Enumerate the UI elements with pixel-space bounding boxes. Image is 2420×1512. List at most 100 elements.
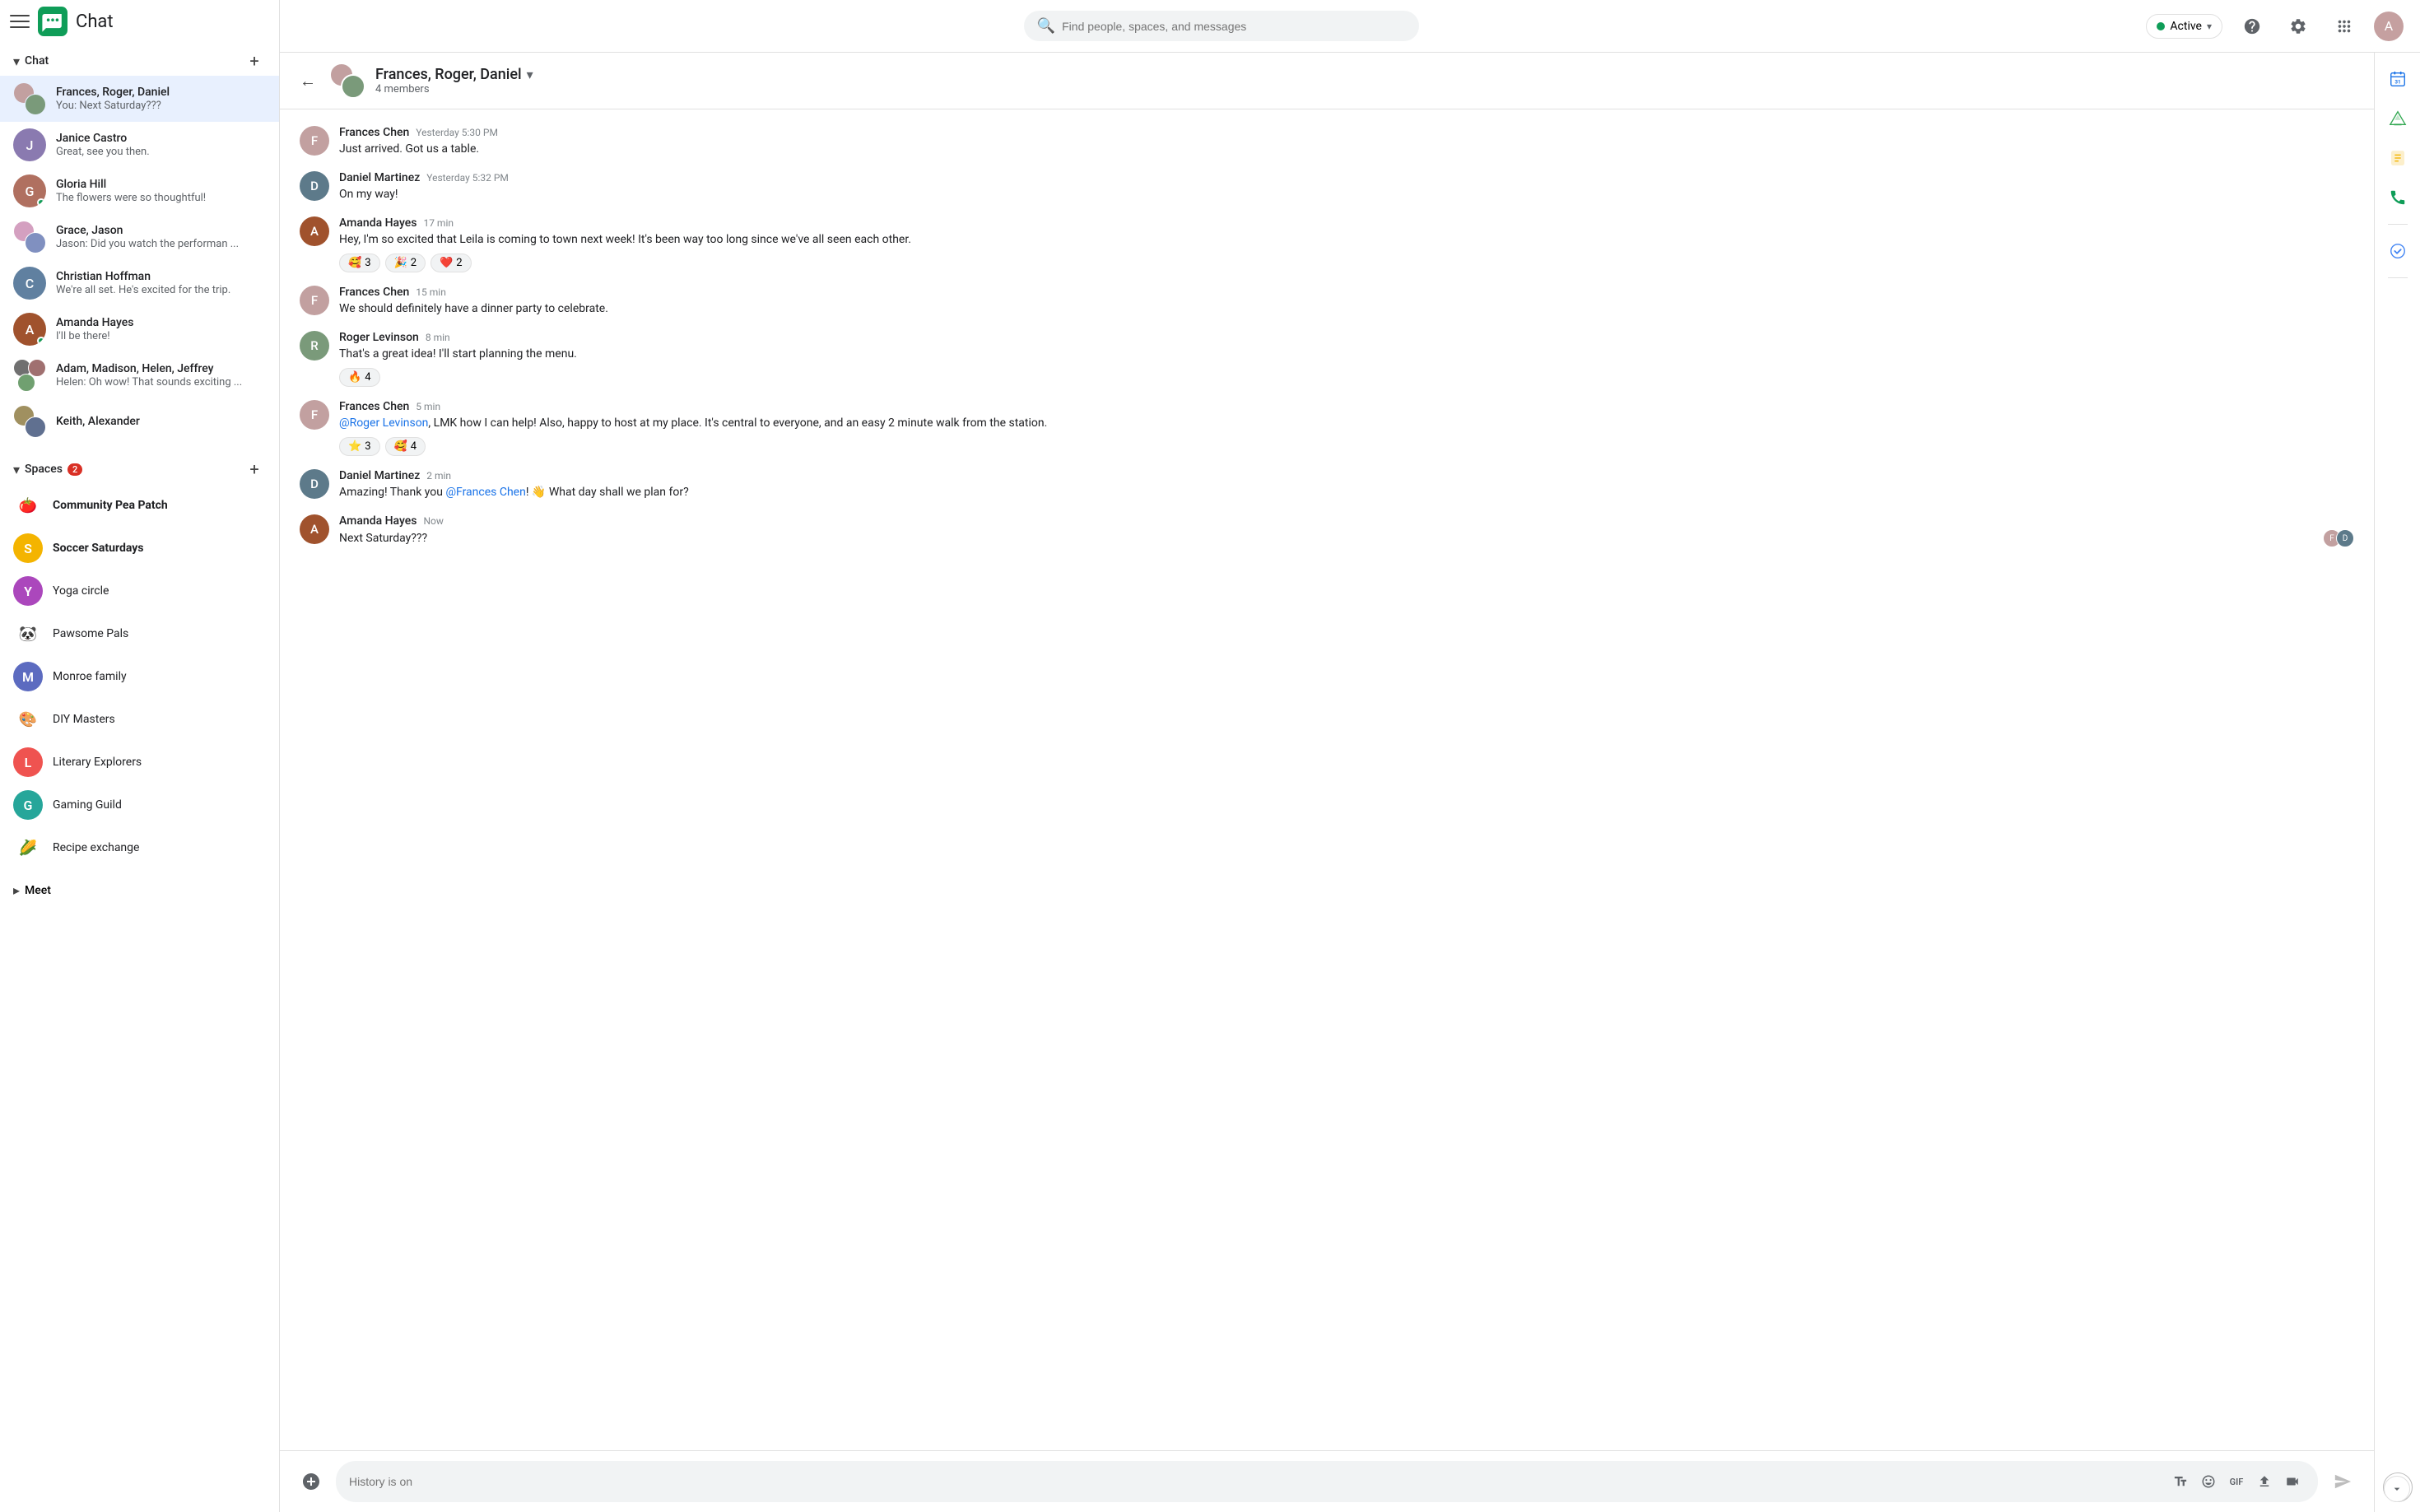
gif-button[interactable]: GIF <box>2224 1469 2249 1494</box>
chat-item-janice-castro[interactable]: J Janice Castro Great, see you then. <box>0 122 279 168</box>
space-icon-monroe: M <box>13 662 43 691</box>
main-area: 🔍 Active ▾ A ← <box>280 0 2420 1512</box>
tasks-icon-button[interactable] <box>2381 142 2414 174</box>
send-button[interactable] <box>2328 1467 2357 1496</box>
avatar-group-grace-jason <box>13 221 46 254</box>
user-avatar[interactable]: A <box>2374 12 2404 41</box>
reaction-item[interactable]: ⭐3 <box>339 437 380 456</box>
right-sidebar-divider <box>2388 224 2408 225</box>
reaction-item[interactable]: 🥰4 <box>385 437 426 456</box>
avatar-amanda: A <box>13 313 46 346</box>
text-format-button[interactable] <box>2168 1469 2193 1494</box>
help-button[interactable] <box>2236 10 2269 43</box>
status-chevron-icon: ▾ <box>2207 21 2212 32</box>
back-button[interactable]: ← <box>296 67 319 95</box>
msg-sender: Daniel Martinez <box>339 171 420 184</box>
space-item-community-pea-patch[interactable]: 🍅 Community Pea Patch <box>0 484 279 527</box>
space-item-literary-explorers[interactable]: L Literary Explorers <box>0 741 279 784</box>
space-item-soccer-saturdays[interactable]: S Soccer Saturdays <box>0 527 279 570</box>
reactions: 🔥4 <box>339 368 2354 387</box>
contact-preview: Great, see you then. <box>56 146 266 158</box>
chat-header-avatar-group <box>329 63 365 99</box>
msg-sender: Daniel Martinez <box>339 469 420 482</box>
avatar-group-adam <box>13 359 46 392</box>
msg-sender: Frances Chen <box>339 286 409 299</box>
calendar-icon-button[interactable]: 31 <box>2381 63 2414 95</box>
contact-preview: We're all set. He's excited for the trip… <box>56 284 266 296</box>
search-input[interactable] <box>1062 20 1406 33</box>
msg-text: Next Saturday??? <box>339 530 427 547</box>
space-item-diy-masters[interactable]: 🎨 DIY Masters <box>0 698 279 741</box>
space-item-monroe-family[interactable]: M Monroe family <box>0 655 279 698</box>
drive-icon-button[interactable] <box>2381 102 2414 135</box>
emoji-button[interactable] <box>2196 1469 2221 1494</box>
message-input[interactable] <box>349 1475 2162 1488</box>
chat-header-members: 4 members <box>375 83 2357 95</box>
upload-button[interactable] <box>2252 1469 2277 1494</box>
settings-button[interactable] <box>2282 10 2315 43</box>
video-call-button[interactable] <box>2280 1469 2305 1494</box>
contact-preview: I'll be there! <box>56 330 266 342</box>
space-item-recipe-exchange[interactable]: 🌽 Recipe exchange <box>0 826 279 869</box>
app-title: Chat <box>76 12 114 32</box>
msg-time: Yesterday 5:32 PM <box>426 172 509 184</box>
msg-text: That's a great idea! I'll start planning… <box>339 346 2354 363</box>
chat-item-gloria-hill[interactable]: G Gloria Hill The flowers were so though… <box>0 168 279 214</box>
attach-button[interactable] <box>296 1467 326 1496</box>
chat-section-label: Chat <box>25 54 49 67</box>
todo-icon-button[interactable] <box>2381 235 2414 268</box>
avatar-janice: J <box>13 128 46 161</box>
msg-avatar-frances: F <box>300 286 329 315</box>
space-item-yoga-circle[interactable]: Y Yoga circle <box>0 570 279 612</box>
space-name: Soccer Saturdays <box>53 542 143 555</box>
chat-header-name[interactable]: Frances, Roger, Daniel ▾ <box>375 66 2357 83</box>
space-item-pawsome-pals[interactable]: 🐼 Pawsome Pals <box>0 612 279 655</box>
space-name: DIY Masters <box>53 713 115 726</box>
msg-avatar-amanda: A <box>300 216 329 246</box>
meet-label: Meet <box>25 884 51 897</box>
space-icon-diy: 🎨 <box>13 705 43 734</box>
space-icon-soccer: S <box>13 533 43 563</box>
reaction-item[interactable]: 🔥4 <box>339 368 380 387</box>
space-item-gaming-guild[interactable]: G Gaming Guild <box>0 784 279 826</box>
spaces-section-header[interactable]: ▾ Spaces 2 + <box>0 451 279 484</box>
chat-add-button[interactable]: + <box>243 49 266 72</box>
spaces-add-button[interactable]: + <box>243 458 266 481</box>
chat-item-adam-group[interactable]: Adam, Madison, Helen, Jeffrey Helen: Oh … <box>0 352 279 398</box>
msg-time: 8 min <box>426 332 450 343</box>
search-box[interactable]: 🔍 <box>1024 11 1419 41</box>
phone-icon-button[interactable] <box>2381 181 2414 214</box>
apps-button[interactable] <box>2328 10 2361 43</box>
message-input-box[interactable]: GIF <box>336 1461 2318 1502</box>
space-icon-literary: L <box>13 747 43 777</box>
chat-header: ← Frances, Roger, Daniel ▾ 4 members <box>280 53 2374 109</box>
chat-item-frances-roger-daniel[interactable]: Frances, Roger, Daniel You: Next Saturda… <box>0 76 279 122</box>
msg-text: We should definitely have a dinner party… <box>339 300 2354 318</box>
msg-avatar-frances: F <box>300 400 329 430</box>
msg-text: Hey, I'm so excited that Leila is coming… <box>339 231 2354 249</box>
msg-avatar-frances: F <box>300 126 329 156</box>
chat-item-amanda-hayes[interactable]: A Amanda Hayes I'll be there! <box>0 306 279 352</box>
spaces-list: 🍅 Community Pea Patch S Soccer Saturdays… <box>0 484 279 869</box>
space-icon-yoga: Y <box>13 576 43 606</box>
msg-avatar-daniel: D <box>300 469 329 499</box>
chat-item-keith-alexander[interactable]: Keith, Alexander <box>0 398 279 444</box>
contact-name: Adam, Madison, Helen, Jeffrey <box>56 362 266 375</box>
app-logo-icon <box>38 7 67 36</box>
chat-item-grace-jason[interactable]: Grace, Jason Jason: Did you watch the pe… <box>0 214 279 260</box>
msg-time: Yesterday 5:30 PM <box>416 127 498 138</box>
reaction-item[interactable]: 🎉2 <box>385 254 426 272</box>
expand-button[interactable] <box>2384 1476 2410 1502</box>
status-button[interactable]: Active ▾ <box>2146 14 2222 39</box>
status-label: Active <box>2170 20 2202 33</box>
reaction-item[interactable]: 🥰3 <box>339 254 380 272</box>
receipt-avatar: D <box>2336 529 2354 547</box>
chat-section-header[interactable]: ▾ Chat + <box>0 43 279 76</box>
meet-chevron-icon: ▸ <box>13 882 20 898</box>
meet-section[interactable]: ▸ Meet <box>0 876 279 905</box>
contact-name: Janice Castro <box>56 132 266 145</box>
hamburger-icon[interactable] <box>10 12 30 31</box>
reaction-item[interactable]: ❤️2 <box>430 254 472 272</box>
chat-item-christian-hoffman[interactable]: C Christian Hoffman We're all set. He's … <box>0 260 279 306</box>
msg-sender: Frances Chen <box>339 400 409 413</box>
